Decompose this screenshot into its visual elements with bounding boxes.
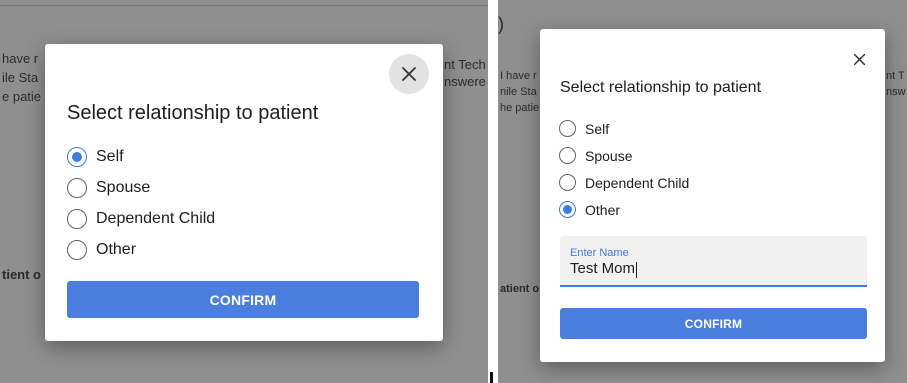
background-text: have r: [2, 51, 39, 66]
relationship-dialog: Select relationship to patient Self Spou…: [45, 44, 443, 341]
relationship-radio-group: Self Spouse Dependent Child Other: [559, 115, 689, 223]
dialog-title: Select relationship to patient: [67, 102, 319, 124]
text-caret: [636, 262, 637, 278]
radio-button[interactable]: [559, 147, 576, 164]
background-text: ): [498, 14, 504, 34]
enter-name-field[interactable]: Enter Name: [560, 236, 867, 287]
radio-button[interactable]: [67, 239, 87, 260]
background-text: nt T: [886, 70, 905, 82]
radio-option-other[interactable]: Other: [559, 196, 689, 223]
radio-option-self[interactable]: Self: [559, 115, 689, 142]
radio-button[interactable]: [559, 174, 576, 191]
background-text: nswere: [444, 74, 486, 89]
radio-label: Self: [585, 120, 610, 137]
close-icon: [402, 67, 416, 81]
radio-label: Spouse: [585, 147, 633, 164]
close-button[interactable]: [845, 45, 873, 73]
enter-name-input[interactable]: [570, 260, 850, 277]
right-screenshot: ) I have r nile Sta he patie nt T nsw at…: [498, 0, 907, 383]
background-text: tient o: [2, 267, 41, 282]
close-button[interactable]: [389, 54, 429, 94]
background-text: nile Sta: [500, 86, 537, 98]
radio-label: Dependent Child: [585, 174, 690, 191]
radio-button[interactable]: [559, 120, 576, 137]
relationship-dialog: Select relationship to patient Self Spou…: [540, 29, 885, 362]
radio-label: Spouse: [96, 178, 151, 196]
background-text: atient o: [500, 283, 540, 295]
radio-label: Other: [585, 201, 621, 218]
enter-name-label: Enter Name: [570, 247, 629, 259]
radio-button[interactable]: [67, 208, 87, 229]
radio-option-dependent-child[interactable]: Dependent Child: [67, 203, 215, 234]
background-text: ile Sta: [2, 70, 39, 85]
radio-button[interactable]: [559, 201, 576, 218]
radio-label: Other: [96, 240, 137, 258]
relationship-radio-group: Self Spouse Dependent Child Other: [67, 141, 215, 265]
radio-option-dependent-child[interactable]: Dependent Child: [559, 169, 689, 196]
radio-option-self[interactable]: Self: [67, 141, 215, 172]
radio-button[interactable]: [67, 177, 87, 198]
background-text: nt Tech: [444, 57, 486, 72]
confirm-button[interactable]: CONFIRM: [560, 308, 867, 339]
radio-button[interactable]: [67, 146, 87, 167]
separator-mark: [490, 372, 493, 383]
background-text: e patie: [2, 89, 42, 104]
background-text: he patie: [500, 102, 540, 114]
background-text: I have r: [500, 70, 537, 82]
radio-label: Self: [96, 147, 124, 165]
dialog-title: Select relationship to patient: [560, 79, 762, 96]
radio-option-other[interactable]: Other: [67, 234, 215, 265]
left-screenshot: have r ile Sta e patie nt Tech nswere ti…: [0, 0, 488, 383]
radio-option-spouse[interactable]: Spouse: [67, 172, 215, 203]
radio-option-spouse[interactable]: Spouse: [559, 142, 689, 169]
close-icon: [853, 53, 865, 65]
background-divider: [0, 5, 488, 6]
radio-label: Dependent Child: [96, 209, 216, 227]
background-text: nsw: [886, 86, 906, 98]
confirm-button[interactable]: CONFIRM: [67, 281, 419, 318]
